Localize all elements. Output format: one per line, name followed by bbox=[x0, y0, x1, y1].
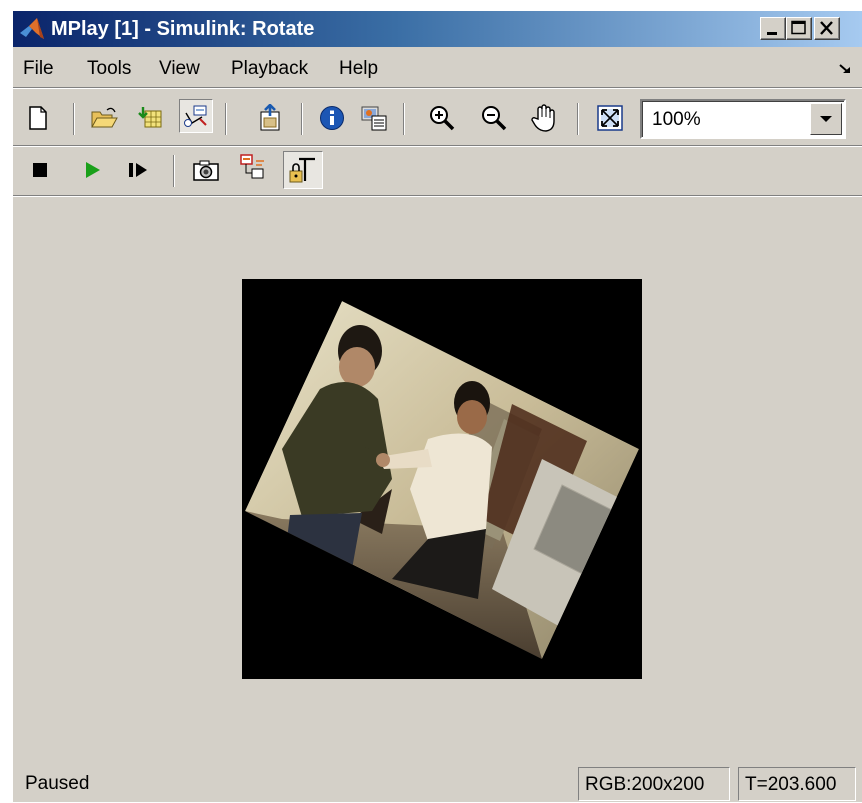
highlight-signal-button[interactable] bbox=[235, 151, 269, 185]
import-button[interactable] bbox=[133, 101, 167, 135]
connect-simulink-button[interactable] bbox=[179, 99, 213, 133]
toolbar-separator bbox=[403, 103, 405, 135]
step-forward-button[interactable] bbox=[121, 153, 155, 187]
open-button[interactable] bbox=[87, 101, 121, 135]
menu-tools[interactable]: Tools bbox=[87, 58, 131, 80]
zoom-out-icon bbox=[482, 106, 507, 131]
magnification-dropdown-button[interactable] bbox=[810, 103, 842, 135]
chevron-down-icon bbox=[820, 116, 832, 122]
magnification-value: 100% bbox=[652, 109, 701, 130]
pan-hand-icon bbox=[531, 104, 555, 132]
floating-signal-lock-icon bbox=[289, 157, 315, 183]
rotated-video-image bbox=[242, 279, 642, 679]
window-title: MPlay [1] - Simulink: Rotate bbox=[51, 18, 315, 40]
magnification-select[interactable]: 100% bbox=[640, 99, 846, 139]
info-button[interactable] bbox=[315, 101, 349, 135]
toolbar-separator bbox=[225, 103, 227, 135]
toolbar-separator bbox=[73, 103, 75, 135]
menu-bar: File Tools View Playback Help bbox=[13, 51, 862, 85]
toolbar-separator bbox=[173, 155, 175, 187]
minimize-icon bbox=[767, 32, 777, 35]
highlight-simulink-signal-icon bbox=[240, 154, 264, 179]
zoom-in-button[interactable] bbox=[425, 101, 459, 135]
export-to-image-tool-icon bbox=[260, 104, 280, 131]
import-from-workspace-icon bbox=[138, 107, 162, 128]
menu-help[interactable]: Help bbox=[339, 58, 378, 80]
playback-toolbar bbox=[13, 147, 862, 193]
pan-button[interactable] bbox=[527, 101, 561, 135]
connect-to-simulink-icon bbox=[184, 105, 207, 127]
menu-playback[interactable]: Playback bbox=[231, 58, 308, 80]
colormap-icon bbox=[361, 106, 387, 131]
new-document-icon bbox=[29, 106, 47, 130]
stop-button[interactable] bbox=[23, 153, 57, 187]
minimize-button[interactable] bbox=[760, 17, 786, 40]
mplay-window: MPlay [1] - Simulink: Rotate File Tools … bbox=[12, 10, 862, 802]
signal-lock-button[interactable] bbox=[283, 151, 323, 189]
snapshot-icon bbox=[193, 160, 219, 181]
playback-status: Paused bbox=[25, 773, 90, 794]
stop-icon bbox=[33, 163, 47, 177]
dock-arrow-icon[interactable] bbox=[838, 63, 852, 75]
new-button[interactable] bbox=[21, 101, 55, 135]
maintain-fit-to-window-icon bbox=[597, 105, 623, 131]
maximize-button[interactable] bbox=[786, 17, 812, 40]
status-bar: Paused RGB:200x200 T=203.600 bbox=[13, 759, 862, 803]
matlab-logo-icon bbox=[20, 18, 44, 39]
toolbar-separator bbox=[577, 103, 579, 135]
play-icon bbox=[86, 162, 100, 178]
colormap-button[interactable] bbox=[357, 101, 391, 135]
zoom-out-button[interactable] bbox=[477, 101, 511, 135]
toolbar-separator bbox=[301, 103, 303, 135]
info-icon bbox=[320, 106, 344, 130]
close-button[interactable] bbox=[814, 17, 840, 40]
fit-to-window-button[interactable] bbox=[593, 101, 627, 135]
snapshot-button[interactable] bbox=[189, 153, 223, 187]
maximize-icon bbox=[791, 20, 806, 35]
zoom-in-icon bbox=[430, 106, 455, 131]
open-folder-icon bbox=[91, 107, 118, 128]
menu-view[interactable]: View bbox=[159, 58, 200, 80]
video-frame[interactable] bbox=[242, 279, 642, 679]
step-forward-icon bbox=[129, 163, 147, 177]
title-bar[interactable]: MPlay [1] - Simulink: Rotate bbox=[13, 11, 862, 47]
simulation-time-field: T=203.600 bbox=[738, 767, 856, 801]
frame-dimensions-field: RGB:200x200 bbox=[578, 767, 730, 801]
close-icon bbox=[820, 21, 833, 35]
menu-file[interactable]: File bbox=[23, 58, 54, 80]
export-button[interactable] bbox=[253, 101, 287, 135]
play-button[interactable] bbox=[75, 153, 109, 187]
